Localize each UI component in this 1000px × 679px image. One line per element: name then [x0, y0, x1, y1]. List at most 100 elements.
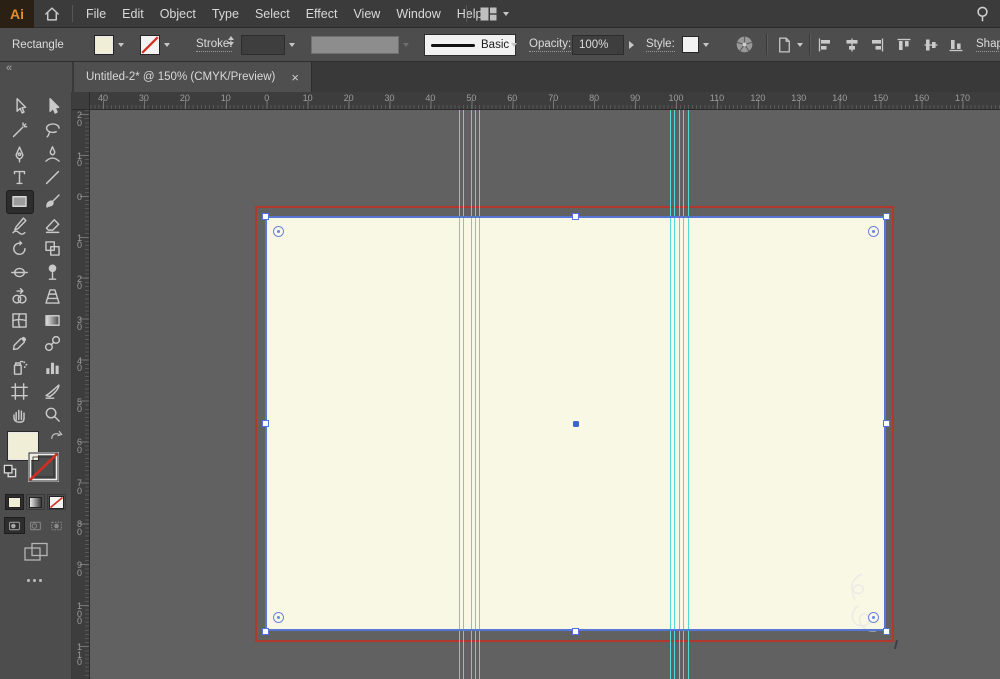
menu-select[interactable]: Select: [255, 7, 290, 21]
column-graph-tool[interactable]: [40, 356, 66, 378]
draw-inside-icon[interactable]: [47, 518, 66, 533]
stroke-weight-input[interactable]: [241, 35, 285, 55]
width-tool[interactable]: [7, 262, 33, 284]
default-fill-stroke-icon[interactable]: [3, 464, 18, 484]
draw-normal-icon[interactable]: [5, 518, 24, 533]
live-corner-widget[interactable]: [867, 225, 879, 237]
workspace-switcher-icon[interactable]: [480, 7, 509, 21]
stroke-weight-stepper[interactable]: [228, 36, 234, 54]
stroke-weight-chevron[interactable]: [289, 28, 295, 61]
brush-definition-dropdown[interactable]: Basic: [424, 34, 517, 56]
swap-fill-stroke-icon[interactable]: [49, 430, 64, 450]
hand-tool[interactable]: [7, 404, 33, 426]
selection-handle[interactable]: [882, 627, 890, 635]
align-horizontal-right-icon[interactable]: [868, 36, 886, 54]
selection-handle[interactable]: [572, 212, 579, 220]
menu-edit[interactable]: Edit: [122, 7, 144, 21]
menu-effect[interactable]: Effect: [306, 7, 338, 21]
shaper-tool[interactable]: [7, 214, 33, 236]
h-ruler-label: 110: [709, 93, 725, 103]
menu-view[interactable]: View: [353, 7, 380, 21]
shape-builder-tool[interactable]: [7, 285, 33, 307]
menu-help[interactable]: Help: [457, 7, 483, 21]
scale-tool[interactable]: [40, 238, 66, 260]
stroke-dropdown-chevron[interactable]: [164, 28, 170, 61]
selection-tool[interactable]: [7, 96, 33, 118]
vertical-ruler[interactable]: 2 0 1 0 0 1 0 2 0 3 0 4 0 5 0 6 0 7 0 8 0 9 0 1 0 0 1…: [72, 110, 90, 679]
direct-selection-tool[interactable]: [40, 96, 66, 118]
selection-handle[interactable]: [261, 420, 269, 427]
home-icon[interactable]: [40, 4, 64, 24]
rotate-tool[interactable]: [7, 238, 33, 260]
opacity-label[interactable]: Opacity:: [529, 28, 572, 61]
rectangle-tool[interactable]: [6, 190, 33, 213]
style-chevron[interactable]: [703, 28, 709, 61]
fill-color-swatch[interactable]: [94, 28, 114, 61]
live-corner-widget[interactable]: [867, 611, 879, 623]
fill-dropdown-chevron[interactable]: [118, 28, 124, 61]
gradient-button[interactable]: [26, 494, 45, 510]
style-label[interactable]: Style:: [646, 28, 675, 61]
puppet-warp-tool[interactable]: [40, 262, 66, 284]
canvas[interactable]: [90, 110, 1000, 679]
align-vertical-top-icon[interactable]: [895, 36, 913, 54]
perspective-grid-tool[interactable]: [40, 285, 66, 307]
menu-window[interactable]: Window: [396, 7, 440, 21]
search-icon[interactable]: [973, 4, 992, 28]
none-button[interactable]: [47, 494, 66, 510]
ruler-origin-corner[interactable]: [72, 92, 90, 110]
color-button[interactable]: [5, 494, 24, 510]
curvature-tool[interactable]: [40, 143, 66, 165]
align-vertical-bottom-icon[interactable]: [947, 36, 965, 54]
shape-label[interactable]: Shap: [976, 28, 1000, 61]
stroke-color-indicator[interactable]: [26, 450, 61, 487]
change-screen-mode-icon[interactable]: [24, 542, 49, 568]
lasso-tool[interactable]: [40, 120, 66, 142]
menu-object[interactable]: Object: [160, 7, 196, 21]
magic-wand-tool[interactable]: [7, 120, 33, 142]
selection-handle[interactable]: [882, 420, 890, 427]
gradient-tool[interactable]: [40, 309, 66, 331]
type-tool[interactable]: [7, 167, 33, 189]
collapse-panel-icon[interactable]: «: [6, 62, 13, 74]
eraser-tool[interactable]: [40, 214, 66, 236]
slice-tool[interactable]: [40, 380, 66, 402]
opacity-expand-chevron[interactable]: [629, 28, 634, 61]
edit-toolbar-icon[interactable]: [27, 579, 42, 582]
selection-handle[interactable]: [261, 627, 269, 635]
draw-behind-icon[interactable]: [26, 518, 45, 533]
zoom-tool[interactable]: [40, 404, 66, 426]
stroke-label[interactable]: Stroke:: [196, 28, 233, 61]
line-segment-tool[interactable]: [40, 167, 66, 189]
align-horizontal-center-icon[interactable]: [843, 36, 861, 54]
eyedropper-tool[interactable]: [7, 333, 33, 355]
selection-handle[interactable]: [572, 627, 579, 635]
menu-file[interactable]: File: [86, 7, 106, 21]
symbol-sprayer-tool[interactable]: [7, 356, 33, 378]
artboard-tool[interactable]: [7, 380, 33, 402]
align-horizontal-left-icon[interactable]: [816, 36, 834, 54]
close-icon[interactable]: ×: [291, 71, 299, 84]
live-corner-widget[interactable]: [272, 611, 284, 623]
menu-type[interactable]: Type: [212, 7, 239, 21]
horizontal-ruler[interactable]: 40 30 20 10 0 10 20 30 40 50 60 70 80 90 100 110 120 130 1…: [72, 92, 1000, 110]
pen-tool[interactable]: [7, 143, 33, 165]
selection-handle[interactable]: [882, 212, 890, 220]
mesh-tool[interactable]: [7, 309, 33, 331]
recolor-artwork-icon[interactable]: [735, 28, 754, 61]
opacity-input[interactable]: 100%: [572, 35, 624, 55]
control-bar: Rectangle Stroke: Basic Opacity: 100% St…: [0, 28, 1000, 62]
selection-handle[interactable]: [261, 212, 269, 220]
blend-tool[interactable]: [40, 333, 66, 355]
h-ruler-label: 10: [220, 93, 231, 103]
document-setup-icon[interactable]: [776, 28, 793, 61]
stroke-color-swatch[interactable]: [140, 28, 160, 61]
brush-definition-chevron[interactable]: [511, 28, 517, 61]
style-swatch[interactable]: [682, 28, 699, 61]
document-tab[interactable]: Untitled-2* @ 150% (CMYK/Preview) ×: [74, 62, 312, 92]
selection-center-point[interactable]: [572, 420, 579, 427]
paintbrush-tool[interactable]: [40, 191, 66, 213]
document-setup-chevron[interactable]: [797, 28, 803, 61]
live-corner-widget[interactable]: [272, 225, 284, 237]
align-vertical-center-icon[interactable]: [922, 36, 940, 54]
